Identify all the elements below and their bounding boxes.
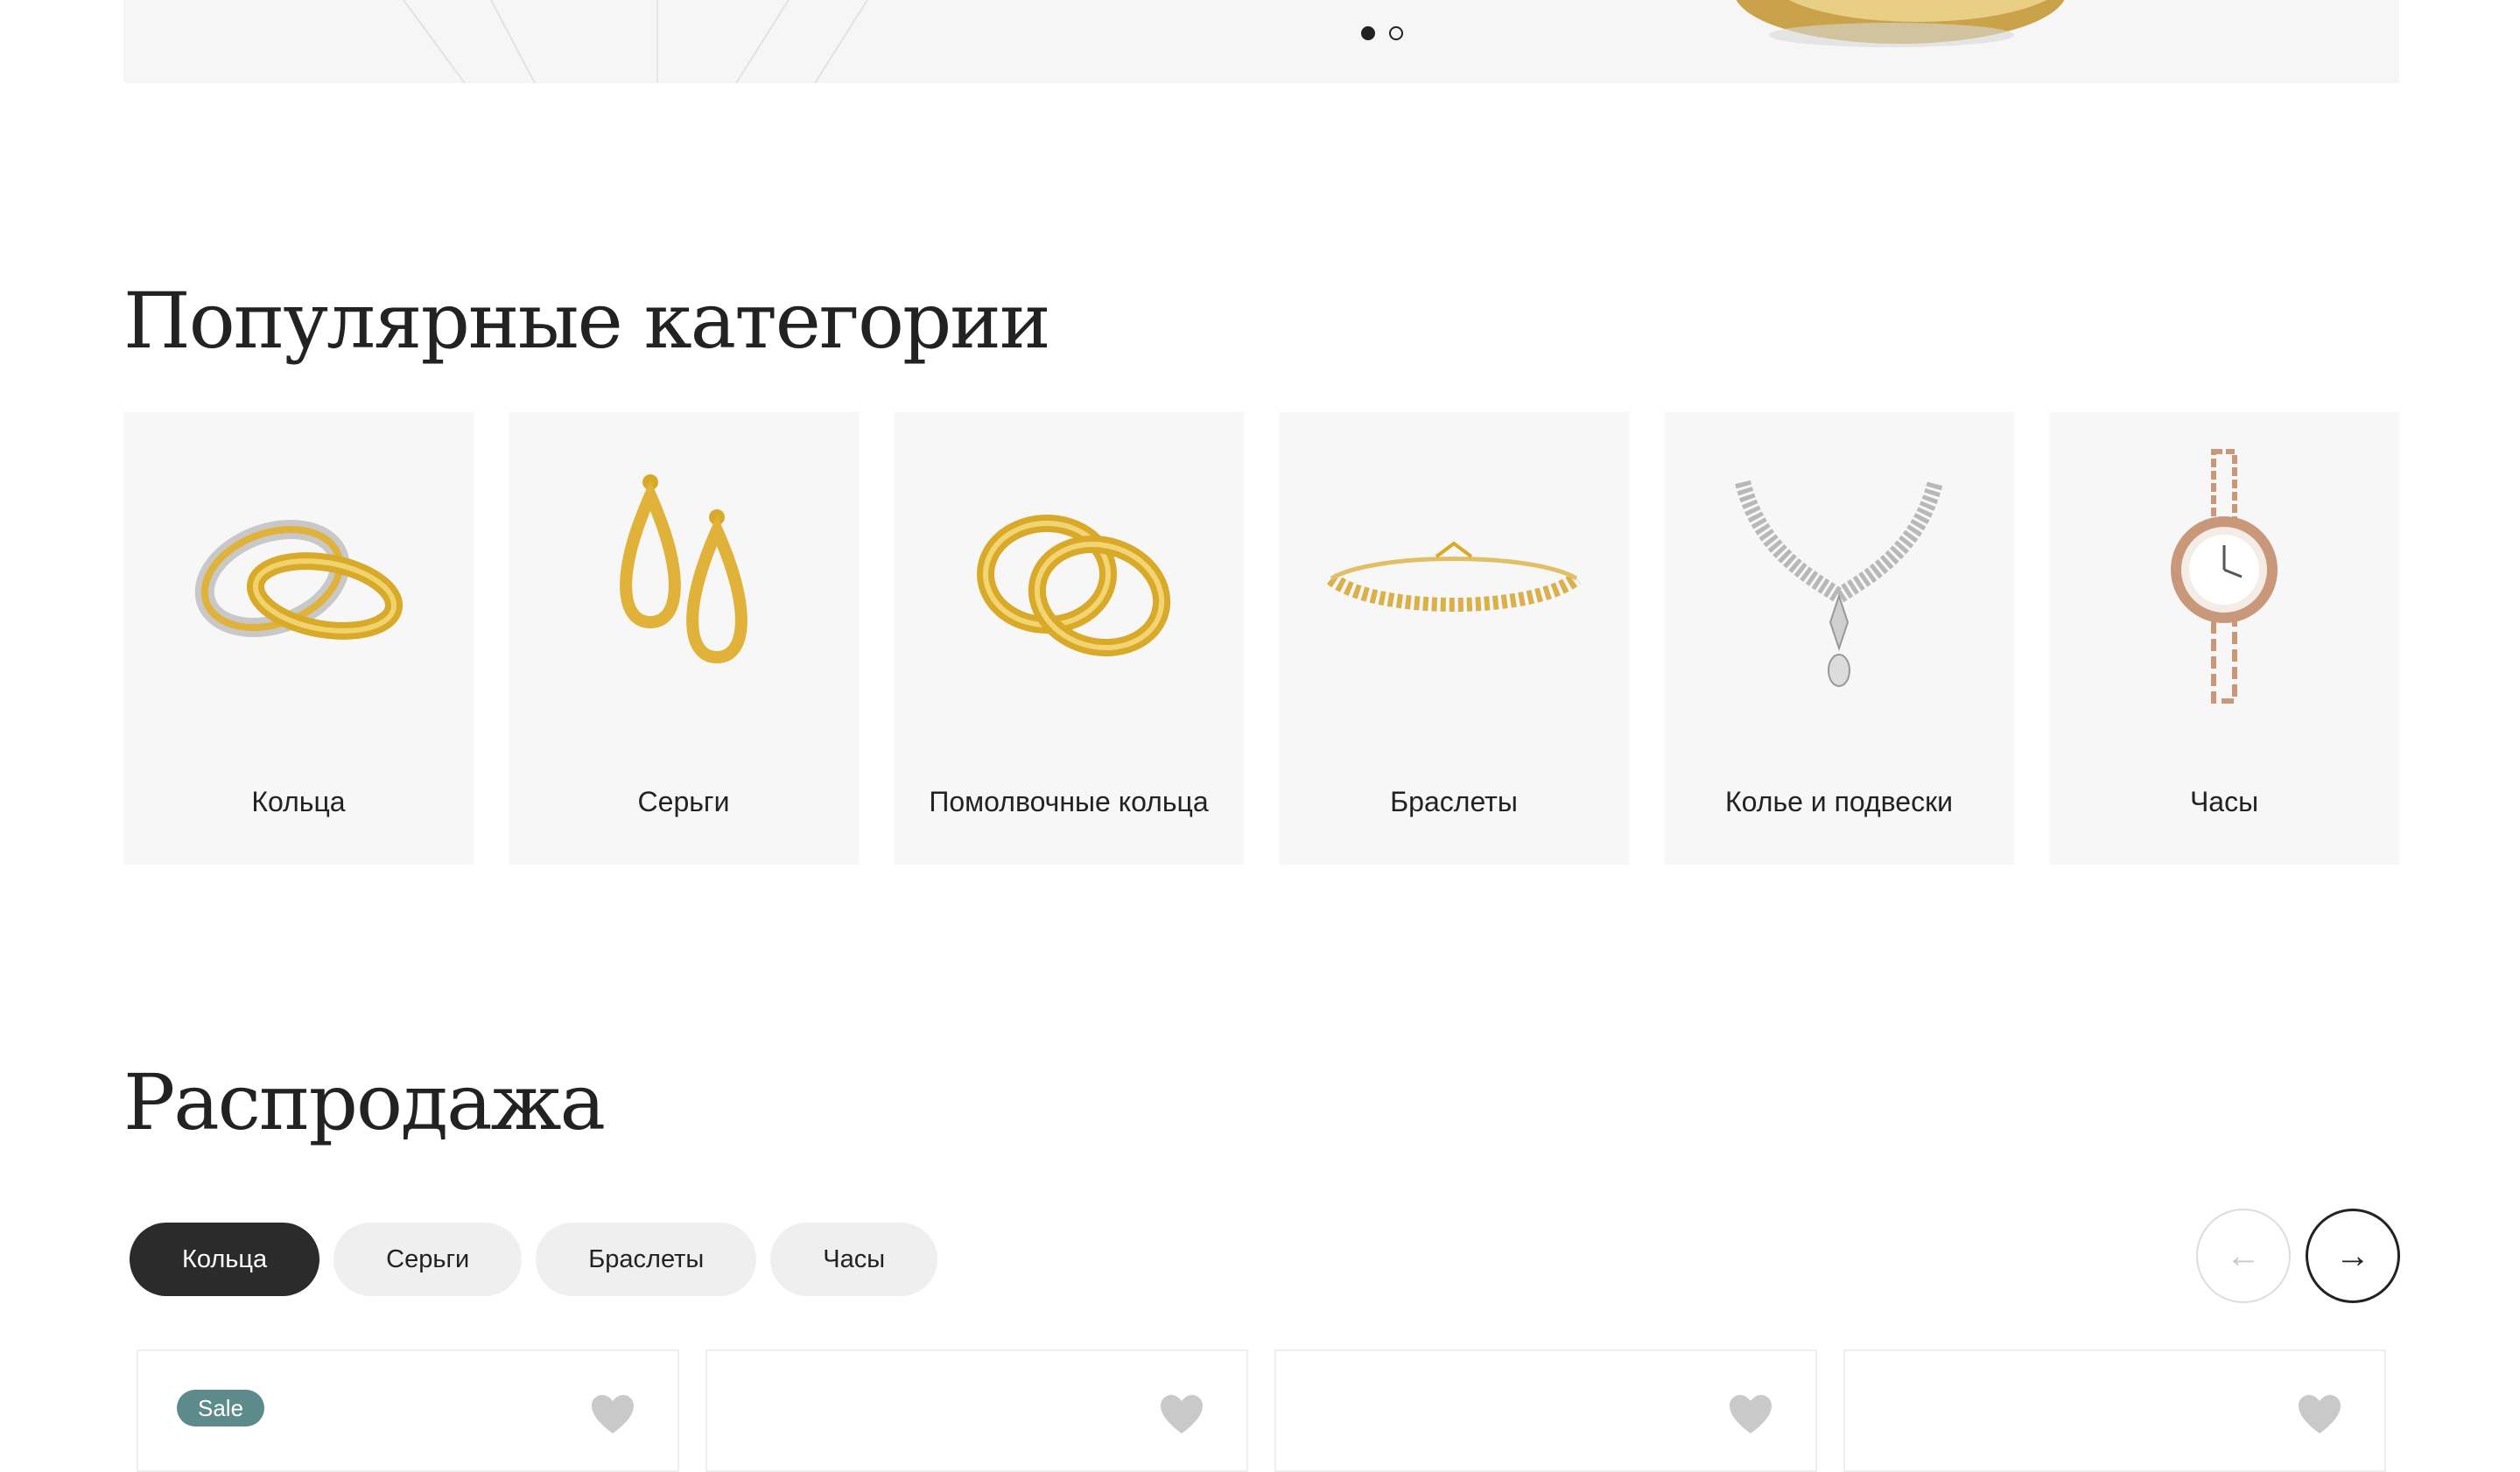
slider-dots (1361, 26, 1403, 40)
bracelet-icon (1327, 541, 1581, 612)
category-card-rings[interactable]: Кольца (123, 412, 474, 865)
category-card-watches[interactable]: Часы (2049, 412, 2399, 865)
tab-earrings[interactable]: Серьги (333, 1223, 523, 1296)
slider-dot-2[interactable] (1389, 26, 1403, 40)
sale-products-row: Sale (137, 1349, 2386, 1472)
tab-rings[interactable]: Кольца (130, 1223, 320, 1296)
categories-grid: Кольца Серьги Помолвочные кольца Браслет… (123, 412, 2399, 865)
product-card[interactable] (1843, 1349, 2386, 1472)
category-label: Браслеты (1390, 786, 1518, 817)
earrings-icon (620, 474, 748, 664)
engagement-rings-icon (977, 515, 1171, 657)
heart-icon[interactable] (590, 1393, 635, 1435)
carousel-prev-button[interactable]: ← (2196, 1209, 2291, 1303)
category-card-engagement-rings[interactable]: Помолвочные кольца (894, 412, 1244, 865)
category-label: Помолвочные кольца (929, 786, 1209, 817)
category-label: Часы (2189, 786, 2259, 817)
arrow-right-icon: → (2335, 1236, 2370, 1275)
arrow-left-icon: ← (2226, 1236, 2261, 1275)
product-card[interactable] (705, 1349, 1248, 1472)
hero-image (403, 0, 2065, 83)
tab-watches[interactable]: Часы (770, 1223, 938, 1296)
necklace-icon (1735, 480, 1943, 687)
slider-dot-1[interactable] (1361, 26, 1375, 40)
category-label: Серьги (637, 786, 730, 817)
category-card-bracelets[interactable]: Браслеты (1279, 412, 1629, 865)
category-label: Кольца (251, 786, 346, 817)
category-label: Колье и подвески (1725, 786, 1953, 817)
watch-icon (2171, 449, 2278, 704)
product-card[interactable] (1274, 1349, 1817, 1472)
category-card-necklaces[interactable]: Колье и подвески (1664, 412, 2014, 865)
sale-title: Распродажа (123, 1057, 606, 1147)
heart-icon[interactable] (1728, 1393, 1773, 1435)
sale-filter-tabs: Кольца Серьги Браслеты Часы (130, 1223, 938, 1296)
carousel-next-button[interactable]: → (2306, 1209, 2400, 1303)
product-card[interactable]: Sale (137, 1349, 679, 1472)
tab-bracelets[interactable]: Браслеты (536, 1223, 757, 1296)
rings-icon (194, 519, 404, 640)
category-card-earrings[interactable]: Серьги (509, 412, 859, 865)
categories-title: Популярные категории (123, 276, 1051, 366)
sale-badge: Sale (177, 1390, 265, 1426)
hero-banner[interactable] (123, 0, 2399, 83)
heart-icon[interactable] (1159, 1393, 1204, 1435)
heart-icon[interactable] (2297, 1393, 2342, 1435)
